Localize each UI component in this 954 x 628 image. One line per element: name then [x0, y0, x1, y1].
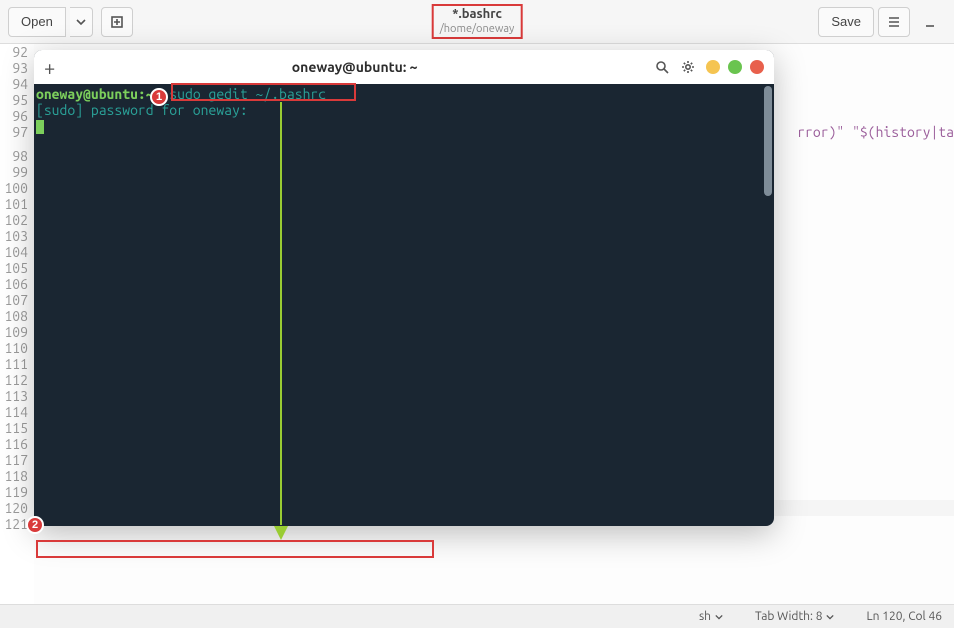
- terminal-window[interactable]: + oneway@ubuntu: ~ oneway@ubuntu:~$ sudo…: [34, 50, 774, 526]
- open-recent-button[interactable]: [70, 7, 93, 37]
- minimize-dot[interactable]: [706, 60, 720, 74]
- new-document-icon: [110, 15, 124, 29]
- terminal-tabbar: + oneway@ubuntu: ~: [34, 50, 774, 84]
- window-subtitle: /home/oneway: [440, 23, 515, 36]
- terminal-output: [sudo] password for oneway:: [36, 102, 248, 118]
- chevron-down-icon: [826, 613, 834, 621]
- new-tab-button[interactable]: [101, 7, 133, 37]
- headerbar: Open *.bashrc /home/oneway Save: [0, 0, 954, 44]
- open-button[interactable]: Open: [8, 7, 66, 37]
- hamburger-menu-button[interactable]: [878, 7, 910, 37]
- cursor-position: Ln 120, Col 46: [866, 610, 942, 623]
- chevron-down-icon: [715, 613, 723, 621]
- headerbar-left: Open: [8, 7, 133, 37]
- annotation-badge-2: 2: [26, 516, 44, 534]
- terminal-cursor: [36, 120, 44, 134]
- minimize-button[interactable]: [914, 7, 946, 37]
- headerbar-title-group: *.bashrc /home/oneway: [432, 4, 523, 39]
- statusbar: sh Tab Width: 8 Ln 120, Col 46: [0, 604, 954, 628]
- headerbar-right: Save: [818, 7, 946, 37]
- terminal-title: oneway@ubuntu: ~: [67, 59, 642, 75]
- close-dot[interactable]: [750, 60, 764, 74]
- search-icon[interactable]: [654, 59, 670, 75]
- terminal-scrollbar[interactable]: [764, 86, 772, 196]
- window-title: *.bashrc: [440, 7, 515, 23]
- window-controls: [706, 60, 764, 74]
- chevron-down-icon: [76, 17, 86, 27]
- annotation-redbox-command: [171, 83, 356, 101]
- hamburger-icon: [886, 14, 902, 30]
- language-selector[interactable]: sh: [699, 610, 723, 623]
- save-button[interactable]: Save: [818, 7, 874, 37]
- terminal-body[interactable]: oneway@ubuntu:~$ sudo gedit ~/.bashrc [s…: [34, 84, 774, 526]
- terminal-prompt-host: oneway@ubuntu: [36, 86, 138, 102]
- terminal-new-tab-button[interactable]: +: [44, 56, 55, 79]
- language-label: sh: [699, 610, 711, 623]
- minimize-icon: [922, 14, 938, 30]
- annotation-redbox-alias: [36, 540, 434, 558]
- maximize-dot[interactable]: [728, 60, 742, 74]
- annotation-arrow: [274, 102, 288, 539]
- title-highlight: *.bashrc /home/oneway: [432, 4, 523, 39]
- gear-icon[interactable]: [680, 59, 696, 75]
- tab-width-selector[interactable]: Tab Width: 8: [755, 610, 834, 623]
- tab-width-label: Tab Width: 8: [755, 610, 822, 623]
- annotation-badge-1: 1: [150, 88, 168, 106]
